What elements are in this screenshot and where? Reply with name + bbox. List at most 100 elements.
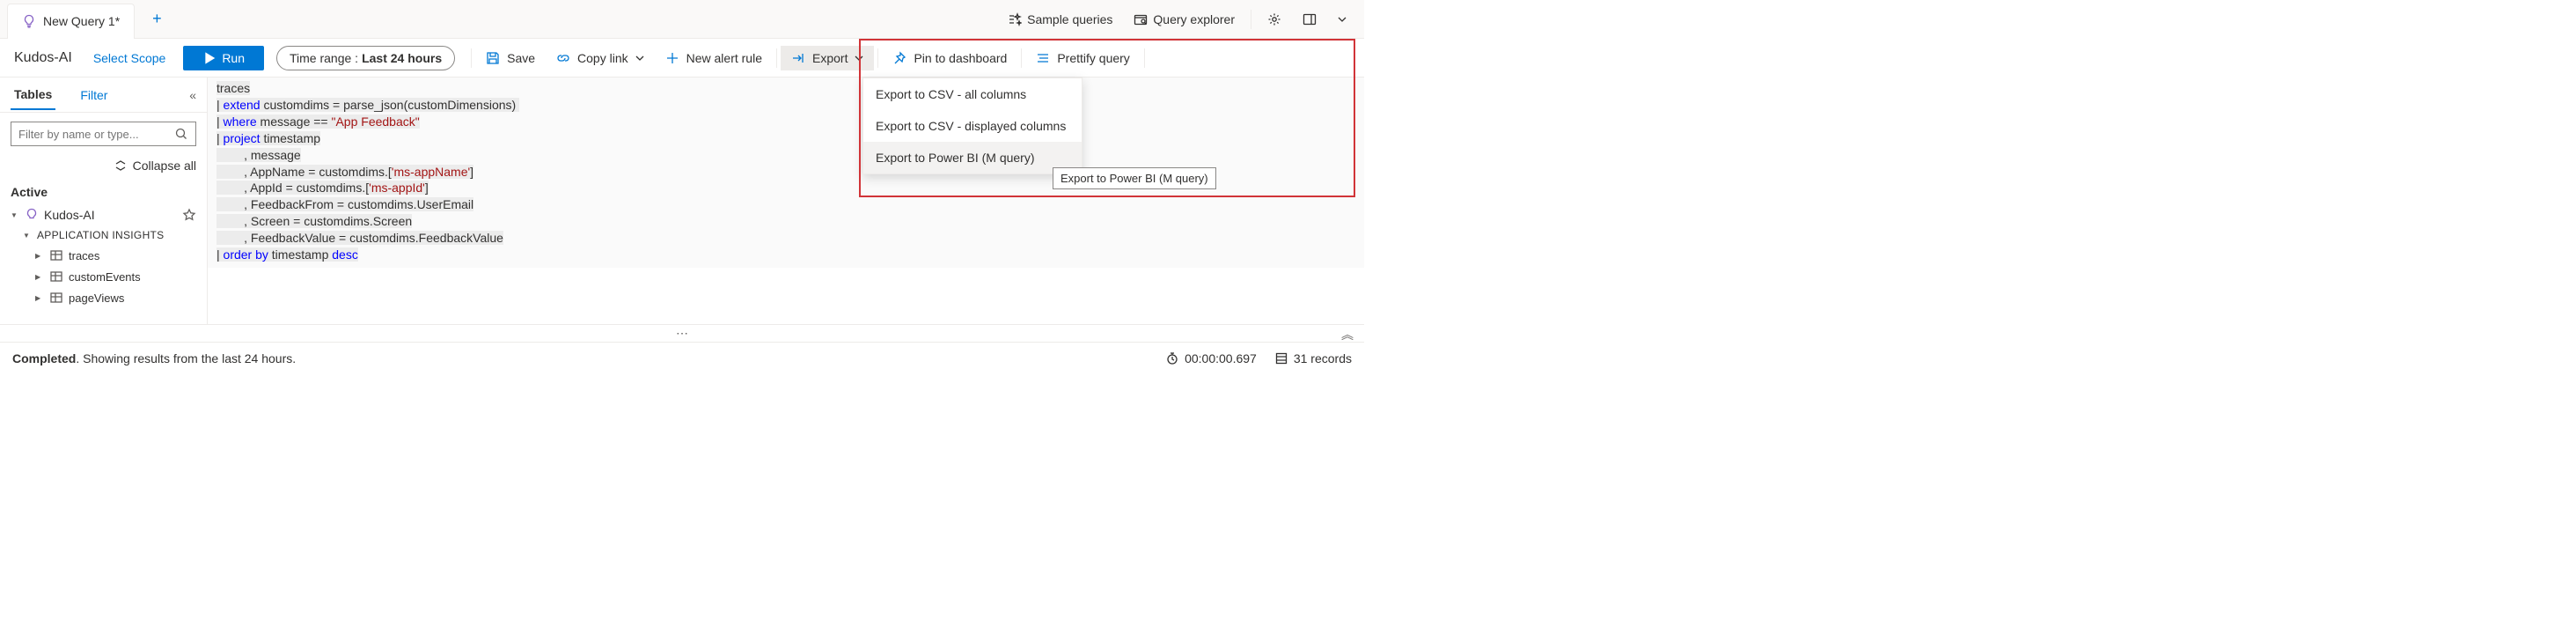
caret-down-icon	[11, 210, 19, 220]
main-area: Tables Filter « Collapse all Active Kudo…	[0, 78, 1364, 324]
status-bar: Completed. Showing results from the last…	[0, 342, 1364, 374]
status-records-value: 31 records	[1294, 351, 1352, 365]
expand-up-icon[interactable]: ︽	[1341, 326, 1354, 343]
tab-right-actions: Sample queries Query explorer	[999, 7, 1364, 32]
format-icon	[1036, 51, 1050, 65]
prettify-label: Prettify query	[1057, 51, 1129, 65]
tree-item-label: pageViews	[69, 292, 124, 305]
time-range-value: Last 24 hours	[362, 51, 442, 65]
search-input[interactable]	[18, 128, 174, 141]
folder-search-icon	[1134, 12, 1148, 26]
copy-link-label: Copy link	[577, 51, 628, 65]
sidebar: Tables Filter « Collapse all Active Kudo…	[0, 78, 208, 324]
copy-link-button[interactable]: Copy link	[546, 46, 655, 70]
more-chevron[interactable]	[1329, 10, 1355, 29]
sidebar-tabs: Tables Filter «	[0, 78, 207, 113]
status-time-value: 00:00:00.697	[1185, 351, 1257, 365]
tree-root-label: Kudos-AI	[44, 208, 177, 222]
export-label: Export	[812, 51, 848, 65]
export-powerbi[interactable]: Export to Power BI (M query)	[863, 142, 1082, 173]
stopwatch-icon	[1165, 351, 1179, 365]
main-toolbar: Kudos-AI Select Scope Run Time range : L…	[0, 39, 1364, 78]
tree-root-row[interactable]: Kudos-AI	[11, 204, 196, 225]
save-label: Save	[507, 51, 535, 65]
collapse-all-label: Collapse all	[133, 159, 196, 173]
link-icon	[556, 51, 570, 65]
query-explorer-label: Query explorer	[1153, 12, 1235, 26]
export-button[interactable]: Export	[781, 46, 874, 70]
lightbulb-icon	[25, 208, 39, 222]
status-right: 00:00:00.697 31 records	[1165, 351, 1352, 365]
panel-button[interactable]	[1294, 7, 1325, 32]
tab-title: New Query 1*	[43, 14, 120, 28]
export-csv-all[interactable]: Export to CSV - all columns	[863, 78, 1082, 110]
sidebar-tab-tables[interactable]: Tables	[11, 80, 55, 110]
chevron-down-icon	[855, 54, 863, 63]
export-csv-displayed[interactable]: Export to CSV - displayed columns	[863, 110, 1082, 142]
sidebar-search[interactable]	[11, 122, 196, 146]
save-icon	[486, 51, 500, 65]
caret-down-icon	[23, 231, 32, 240]
run-label: Run	[222, 51, 245, 65]
collapse-all-button[interactable]: Collapse all	[0, 155, 207, 180]
chevron-down-icon	[1338, 15, 1347, 24]
time-range-prefix: Time range :	[290, 51, 358, 65]
run-button[interactable]: Run	[183, 46, 264, 70]
toolbar-separator	[1021, 48, 1022, 68]
list-sparkle-icon	[1008, 12, 1022, 26]
panel-icon	[1303, 12, 1317, 26]
star-icon[interactable]	[182, 208, 196, 222]
table-icon	[49, 248, 63, 262]
toolbar-separator	[471, 48, 472, 68]
search-icon	[174, 127, 188, 141]
plus-icon	[665, 51, 679, 65]
resize-handle[interactable]: ⋯︽	[0, 324, 1364, 342]
sample-queries-button[interactable]: Sample queries	[999, 7, 1121, 32]
tree-item-customevents[interactable]: customEvents	[11, 266, 196, 287]
export-tooltip: Export to Power BI (M query)	[1053, 167, 1216, 189]
status-text: Completed. Showing results from the last…	[12, 351, 296, 365]
schema-tree: Kudos-AI APPLICATION INSIGHTS traces cus…	[0, 204, 207, 308]
editor-area: traces | extend customdims = parse_json(…	[208, 78, 1364, 324]
editor-line: traces	[217, 81, 250, 95]
tree-item-label: traces	[69, 249, 99, 262]
prettify-button[interactable]: Prettify query	[1025, 46, 1140, 70]
pin-button[interactable]: Pin to dashboard	[882, 46, 1017, 70]
tree-group-row[interactable]: APPLICATION INSIGHTS	[11, 225, 196, 245]
play-icon	[202, 51, 217, 65]
new-alert-button[interactable]: New alert rule	[655, 46, 773, 70]
records-icon	[1274, 351, 1288, 365]
tab-bar: New Query 1* + Sample queries Query expl…	[0, 0, 1364, 39]
status-detail: . Showing results from the last 24 hours…	[76, 351, 296, 365]
new-tab-button[interactable]: +	[143, 4, 171, 33]
query-explorer-button[interactable]: Query explorer	[1125, 7, 1244, 32]
query-tab[interactable]: New Query 1*	[7, 4, 135, 39]
status-timer: 00:00:00.697	[1165, 351, 1257, 365]
scope-label: Kudos-AI	[14, 50, 72, 66]
select-scope-link[interactable]: Select Scope	[93, 51, 166, 65]
toolbar-separator	[1144, 48, 1145, 68]
caret-right-icon	[35, 251, 44, 261]
sample-queries-label: Sample queries	[1027, 12, 1112, 26]
sidebar-search-wrap	[0, 113, 207, 155]
export-dropdown: Export to CSV - all columns Export to CS…	[862, 78, 1083, 174]
new-alert-label: New alert rule	[686, 51, 762, 65]
toolbar-separator	[776, 48, 777, 68]
tree-item-label: customEvents	[69, 270, 141, 284]
gear-icon	[1267, 12, 1281, 26]
sidebar-collapse-button[interactable]: «	[189, 88, 196, 102]
table-icon	[49, 269, 63, 284]
toolbar-separator	[877, 48, 878, 68]
time-range-pill[interactable]: Time range : Last 24 hours	[276, 46, 455, 70]
pin-label: Pin to dashboard	[914, 51, 1007, 65]
caret-right-icon	[35, 272, 44, 282]
sidebar-tab-filter[interactable]: Filter	[77, 81, 111, 109]
export-icon	[791, 51, 805, 65]
chevron-down-icon	[635, 54, 644, 63]
tree-item-traces[interactable]: traces	[11, 245, 196, 266]
status-completed: Completed	[12, 351, 76, 365]
status-records: 31 records	[1274, 351, 1352, 365]
settings-button[interactable]	[1259, 7, 1290, 32]
save-button[interactable]: Save	[475, 46, 546, 70]
tree-item-pageviews[interactable]: pageViews	[11, 287, 196, 308]
